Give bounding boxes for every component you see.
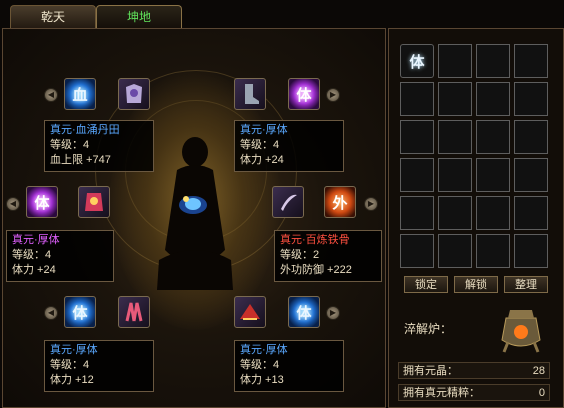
gem-slot-5[interactable]: 体 [64,296,96,328]
gem-slot-4[interactable]: 外 [324,186,356,218]
inventory-slot[interactable] [400,196,434,230]
inventory-slot[interactable] [438,120,472,154]
inventory-grid: 体 [400,44,552,272]
tab-qiantian[interactable]: 乾天 [10,5,96,28]
hat-icon[interactable] [234,296,266,328]
rotate-right-button[interactable]: ▶ [326,306,340,320]
gem-slot-2[interactable]: 体 [288,78,320,110]
node-stat: 体力 +13 [240,374,284,386]
node-info-6: 真元·厚体 等级：4 体力 +13 [234,340,344,392]
stat-label: 拥有元晶： [403,365,458,377]
inventory-slot[interactable] [438,196,472,230]
node-title: 真元·厚体 [50,344,98,356]
gem-slot-1[interactable]: 血 [64,78,96,110]
inventory-slot[interactable] [476,44,510,78]
rotate-left-button[interactable]: ◀ [6,197,20,211]
inventory-slot[interactable] [514,196,548,230]
node-info-2: 真元·厚体 等级：4 体力 +24 [234,120,344,172]
inventory-slot[interactable]: 体 [400,44,434,78]
node-title: 真元·血涌丹田 [50,124,120,136]
node-title: 真元·厚体 [12,234,60,246]
node-stat: 外功防御 +222 [280,264,352,276]
tab-kundi[interactable]: 坤地 [96,5,182,28]
node-level: 等级：4 [50,139,90,151]
inventory-slot[interactable] [400,158,434,192]
rotate-left-button[interactable]: ◀ [44,88,58,102]
stat-label: 拥有真元精粹： [403,387,480,399]
node-info-3: 真元·厚体 等级：4 体力 +24 [6,230,114,282]
sort-button[interactable]: 整理 [504,276,548,293]
inventory-slot[interactable] [514,82,548,116]
rotate-left-button[interactable]: ◀ [44,306,58,320]
node-stat: 体力 +24 [240,154,284,166]
node-level: 等级：4 [50,359,90,371]
boots-icon[interactable] [234,78,266,110]
inventory-slot[interactable] [438,234,472,268]
gem-slot-3[interactable]: 体 [26,186,58,218]
inventory-slot[interactable] [400,120,434,154]
node-stat: 体力 +12 [50,374,94,386]
node-level: 等级：4 [240,139,280,151]
inventory-slot[interactable] [476,158,510,192]
inventory-slot[interactable] [476,120,510,154]
furnace-icon[interactable] [496,300,546,354]
inventory-slot[interactable] [514,158,548,192]
armor-icon[interactable] [118,78,150,110]
node-level: 等级：4 [240,359,280,371]
node-title: 真元·厚体 [240,344,288,356]
inventory-slot[interactable] [476,82,510,116]
node-stat: 血上限 +747 [50,154,111,166]
rotate-right-button[interactable]: ▶ [364,197,378,211]
node-level: 等级：2 [280,249,320,261]
robe-icon[interactable] [78,186,110,218]
essence-stat: 拥有真元精粹： 0 [398,384,550,401]
inventory-slot[interactable] [514,234,548,268]
node-info-5: 真元·厚体 等级：4 体力 +12 [44,340,154,392]
inventory-slot[interactable] [438,44,472,78]
node-title: 真元·百炼铁骨 [280,234,350,246]
node-info-4: 真元·百炼铁骨 等级：2 外功防御 +222 [274,230,382,282]
rotate-right-button[interactable]: ▶ [326,88,340,102]
furnace-label: 淬解炉： [404,322,453,336]
inventory-slot[interactable] [476,196,510,230]
crystal-stat: 拥有元晶： 28 [398,362,550,379]
stat-value: 0 [538,387,545,399]
claw-icon[interactable] [118,296,150,328]
lock-button[interactable]: 锁定 [404,276,448,293]
inventory-slot[interactable] [514,44,548,78]
inventory-slot[interactable] [438,158,472,192]
unlock-button[interactable]: 解锁 [454,276,498,293]
gem-slot-6[interactable]: 体 [288,296,320,328]
inventory-slot[interactable] [400,234,434,268]
core-orb-icon [179,196,207,214]
inventory-slot[interactable] [476,234,510,268]
node-info-1: 真元·血涌丹田 等级：4 血上限 +747 [44,120,154,172]
node-title: 真元·厚体 [240,124,288,136]
stat-value: 28 [532,365,545,377]
inventory-slot[interactable] [438,82,472,116]
inventory-slot[interactable] [400,82,434,116]
node-level: 等级：4 [12,249,52,261]
weapon-icon[interactable] [272,186,304,218]
inventory-slot[interactable] [514,120,548,154]
node-stat: 体力 +24 [12,264,56,276]
